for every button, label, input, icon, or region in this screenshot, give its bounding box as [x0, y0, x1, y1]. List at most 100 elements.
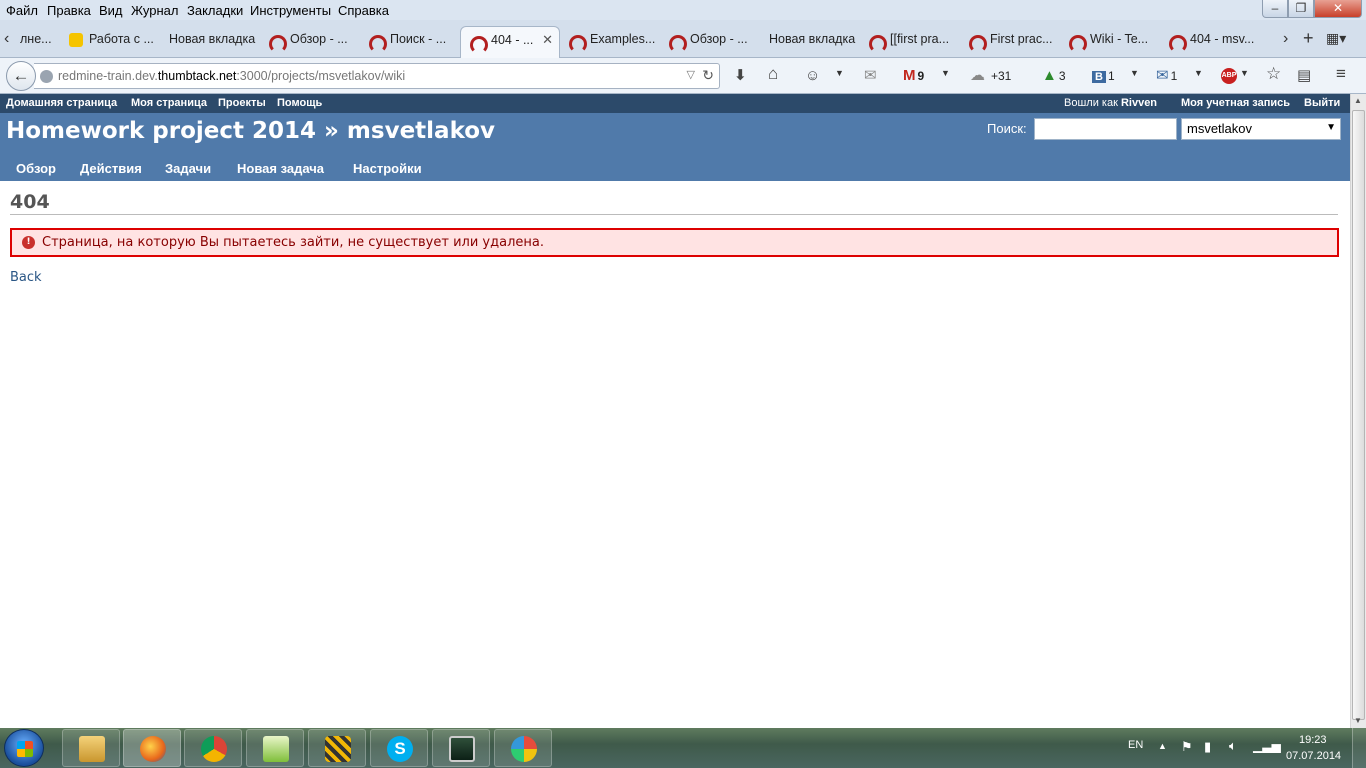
tab-4[interactable]: Поиск - ...: [368, 26, 458, 58]
chrome-icon: [201, 736, 227, 762]
scroll-down-icon[interactable]: ▼: [1354, 716, 1362, 725]
vk-dropdown-icon[interactable]: ▼: [1130, 68, 1139, 78]
window-minimize-button[interactable]: –: [1262, 0, 1288, 18]
addon-dropdown-icon[interactable]: ▼: [835, 68, 844, 78]
redmine-icon: [968, 34, 987, 53]
top-menu-help[interactable]: Помощь: [277, 97, 322, 109]
page-content: 404 ! Страница, на которую Вы пытаетесь …: [0, 181, 1350, 728]
menu-history[interactable]: Журнал: [131, 3, 178, 18]
vk-icon[interactable]: B1: [1092, 66, 1115, 87]
window-maximize-button[interactable]: ❐: [1288, 0, 1314, 18]
tab-7[interactable]: Обзор - ...: [668, 26, 758, 58]
show-desktop-button[interactable]: [1352, 728, 1366, 768]
tab-2[interactable]: Новая вкладка: [169, 26, 259, 58]
tab-10[interactable]: First prac...: [968, 26, 1058, 58]
bookmarks-list-icon[interactable]: ▤: [1297, 66, 1311, 86]
window-close-button[interactable]: ✕: [1314, 0, 1362, 18]
adblock-icon[interactable]: ABP: [1221, 68, 1237, 84]
gmail-icon[interactable]: M9: [903, 66, 924, 86]
vk-count: 1: [1107, 69, 1115, 83]
battery-icon[interactable]: ▮: [1204, 739, 1211, 755]
menu-file[interactable]: Файл: [6, 3, 38, 18]
vertical-scrollbar[interactable]: ▲ ▼: [1350, 94, 1366, 728]
main-menu-overview[interactable]: Обзор: [16, 161, 56, 176]
my-account-link[interactable]: Моя учетная запись: [1181, 97, 1290, 109]
new-tab-icon[interactable]: +: [1303, 28, 1314, 49]
redmine-icon: [368, 34, 387, 53]
mail-dropdown-icon[interactable]: ▼: [1194, 68, 1203, 78]
error-message-text: Страница, на которую Вы пытаетесь зайти,…: [42, 235, 544, 250]
clock-time[interactable]: 19:23: [1299, 734, 1327, 746]
clock-date[interactable]: 07.07.2014: [1286, 750, 1341, 762]
action-center-flag-icon[interactable]: ⚑: [1181, 739, 1193, 755]
menu-view[interactable]: Вид: [99, 3, 123, 18]
bookmark-star-icon[interactable]: ☆: [1266, 64, 1281, 84]
volume-icon[interactable]: 🔈︎: [1229, 738, 1237, 754]
taskbar-paint[interactable]: [494, 729, 552, 767]
adblock-dropdown-icon[interactable]: ▼: [1240, 68, 1249, 78]
reload-icon[interactable]: ↻: [702, 67, 714, 84]
gmail-dropdown-icon[interactable]: ▼: [941, 68, 950, 78]
top-menu-home[interactable]: Домашняя страница: [6, 97, 117, 109]
network-signal-icon[interactable]: ▁▃▅: [1253, 739, 1281, 753]
tab-groups-icon[interactable]: ▦▾: [1326, 30, 1346, 47]
main-menu-new-issue[interactable]: Новая задача: [237, 161, 324, 176]
menu-help[interactable]: Справка: [338, 3, 389, 18]
hamburger-menu-icon[interactable]: ≡: [1336, 64, 1346, 84]
logout-link[interactable]: Выйти: [1304, 97, 1340, 109]
tabs-scroll-left-icon[interactable]: ‹: [4, 30, 9, 48]
project-jump-select[interactable]: msvetlakov ▼: [1181, 118, 1341, 140]
tab-9[interactable]: [[first pra...: [868, 26, 958, 58]
tab-8[interactable]: Новая вкладка: [769, 26, 859, 58]
tab-6[interactable]: Examples...: [568, 26, 658, 58]
user-link[interactable]: Rivven: [1121, 97, 1157, 109]
error-flash-message: ! Страница, на которую Вы пытаетесь зайт…: [10, 228, 1339, 257]
url-bar[interactable]: redmine-train.dev.thumbtack.net:3000/pro…: [34, 63, 720, 89]
back-link[interactable]: Back: [10, 270, 42, 285]
search-input[interactable]: [1034, 118, 1177, 140]
tab-1[interactable]: Работа с ...: [69, 26, 159, 58]
taskbar-monitor[interactable]: [432, 729, 490, 767]
home-icon[interactable]: ⌂: [768, 64, 778, 84]
redmine-icon: [1068, 34, 1087, 53]
browser-menubar: Файл Правка Вид Журнал Закладки Инструме…: [0, 0, 1366, 20]
tab-strip: ‹ лне... Работа с ... Новая вкладка Обзо…: [0, 20, 1366, 58]
monitor-icon: [449, 736, 475, 762]
url-dropdown-icon[interactable]: ▽: [687, 68, 695, 81]
weather-cloud-icon[interactable]: ☁ +31: [970, 66, 1011, 86]
tab-12[interactable]: 404 - msv...: [1168, 26, 1258, 58]
tabs-scroll-right-icon[interactable]: ›: [1283, 30, 1288, 48]
green-arrow-icon[interactable]: ▲ 3: [1042, 66, 1066, 86]
tab-3[interactable]: Обзор - ...: [268, 26, 358, 58]
start-button[interactable]: [4, 729, 44, 767]
scrollbar-thumb[interactable]: [1352, 110, 1365, 720]
menu-edit[interactable]: Правка: [47, 3, 91, 18]
tray-expand-icon[interactable]: ▲: [1158, 741, 1167, 751]
menu-tools[interactable]: Инструменты: [250, 3, 331, 18]
main-menu-issues[interactable]: Задачи: [165, 161, 211, 176]
main-menu-activity[interactable]: Действия: [80, 161, 142, 176]
tab-5-active[interactable]: 404 - ... ✕: [460, 26, 560, 58]
taskbar-notepadpp[interactable]: [246, 729, 304, 767]
top-menu-projects[interactable]: Проекты: [218, 97, 266, 109]
tab-0[interactable]: лне...: [20, 26, 60, 58]
top-menu-my-page[interactable]: Моя страница: [131, 97, 207, 109]
back-button[interactable]: ←: [6, 61, 36, 91]
taskbar-chrome[interactable]: [184, 729, 242, 767]
main-menu-settings[interactable]: Настройки: [353, 161, 422, 176]
tab-11[interactable]: Wiki - Te...: [1068, 26, 1158, 58]
scroll-up-icon[interactable]: ▲: [1354, 96, 1362, 105]
windows-taskbar: S EN ▲ ⚑ ▮ 🔈︎ ▁▃▅ 19:23 07.07.2014: [0, 728, 1366, 768]
tab-close-icon[interactable]: ✕: [542, 27, 553, 53]
taskbar-explorer[interactable]: [62, 729, 120, 767]
tab-label: Работа с ...: [89, 32, 154, 46]
language-indicator[interactable]: EN: [1128, 739, 1143, 751]
menu-bookmarks[interactable]: Закладки: [187, 3, 243, 18]
taskbar-skype[interactable]: S: [370, 729, 428, 767]
taskbar-app-stripes[interactable]: [308, 729, 366, 767]
addon-face-icon[interactable]: ☺: [805, 66, 820, 86]
download-icon[interactable]: ⬇: [734, 66, 747, 86]
mail-icon[interactable]: ✉: [864, 66, 877, 86]
taskbar-firefox[interactable]: [123, 729, 181, 767]
envelope-icon[interactable]: ✉ 1: [1156, 66, 1177, 86]
